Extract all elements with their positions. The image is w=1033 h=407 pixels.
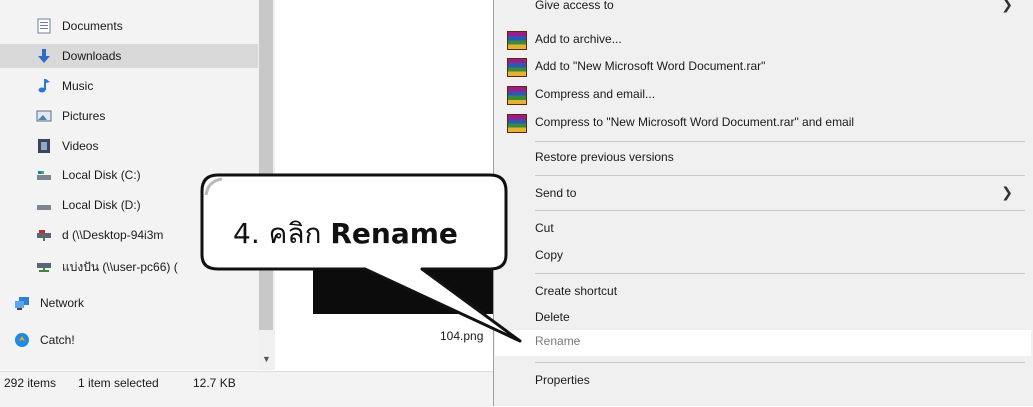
menu-item-copy[interactable]: Copy bbox=[495, 244, 1031, 267]
nav-label: Videos bbox=[62, 139, 99, 153]
winrar-icon bbox=[507, 86, 527, 105]
catch-icon bbox=[15, 333, 29, 347]
nav-label: Catch! bbox=[40, 333, 75, 347]
nav-item-music[interactable]: Music bbox=[0, 74, 258, 98]
menu-label: Give access to bbox=[535, 0, 614, 12]
callout-command: Rename bbox=[330, 217, 458, 250]
chevron-right-icon: ❯ bbox=[1001, 184, 1013, 200]
status-items-count: 292 items bbox=[4, 376, 57, 390]
nav-item-documents[interactable]: Documents bbox=[0, 14, 258, 38]
menu-separator bbox=[535, 175, 1025, 176]
menu-label: Compress and email... bbox=[535, 87, 656, 101]
menu-item-cut[interactable]: Cut bbox=[495, 217, 1031, 240]
menu-item-add-to-archive[interactable]: Add to archive... bbox=[495, 28, 1031, 51]
menu-item-delete[interactable]: Delete bbox=[495, 306, 1031, 329]
menu-item-properties[interactable]: Properties bbox=[495, 369, 1031, 392]
winrar-icon bbox=[507, 58, 527, 77]
nav-label: Downloads bbox=[62, 49, 122, 63]
network-drive-icon bbox=[37, 230, 51, 241]
menu-separator bbox=[535, 273, 1025, 274]
nav-item-pictures[interactable]: Pictures bbox=[0, 104, 258, 128]
music-icon bbox=[38, 79, 50, 93]
menu-item-restore-previous-versions[interactable]: Restore previous versions bbox=[495, 146, 1031, 169]
callout-bubble bbox=[200, 173, 522, 343]
documents-icon bbox=[37, 18, 51, 34]
status-bar: 292 items 1 item selected 12.7 KB bbox=[0, 371, 493, 407]
nav-label: Music bbox=[62, 79, 94, 93]
nav-label: แบ่งปัน (\\user-pc66) ( bbox=[62, 260, 178, 274]
callout-text: 4. คลิก Rename bbox=[233, 212, 458, 256]
menu-item-create-shortcut[interactable]: Create shortcut bbox=[495, 280, 1031, 303]
menu-label: Add to archive... bbox=[535, 32, 622, 46]
menu-separator bbox=[535, 362, 1025, 363]
status-selected: 1 item selected bbox=[78, 376, 159, 390]
drive-icon bbox=[37, 171, 51, 180]
nav-label: Network bbox=[40, 296, 85, 310]
menu-label: Restore previous versions bbox=[535, 150, 674, 164]
menu-item-give-access[interactable]: Give access to ❯ bbox=[495, 0, 1031, 17]
nav-label: d (\\Desktop-94i3m bbox=[62, 228, 164, 242]
menu-item-add-to-rar[interactable]: Add to "New Microsoft Word Document.rar" bbox=[495, 55, 1031, 78]
network-icon bbox=[15, 297, 29, 310]
status-size: 12.7 KB bbox=[193, 376, 236, 390]
nav-item-videos[interactable]: Videos bbox=[0, 134, 258, 158]
menu-label: Add to "New Microsoft Word Document.rar" bbox=[535, 59, 766, 73]
menu-label: Compress to "New Microsoft Word Document… bbox=[535, 115, 855, 129]
nav-label: Local Disk (D:) bbox=[62, 198, 141, 212]
videos-icon bbox=[38, 139, 50, 153]
downloads-icon bbox=[38, 49, 50, 63]
menu-separator bbox=[535, 210, 1025, 211]
menu-item-send-to[interactable]: Send to ❯ bbox=[495, 182, 1031, 205]
nav-label: Pictures bbox=[62, 109, 106, 123]
nav-label: Local Disk (C:) bbox=[62, 168, 141, 182]
network-drive-icon bbox=[37, 263, 51, 272]
menu-item-compress-to-rar-and-email[interactable]: Compress to "New Microsoft Word Document… bbox=[495, 111, 1031, 134]
menu-item-compress-and-email[interactable]: Compress and email... bbox=[495, 83, 1031, 106]
menu-label: Properties bbox=[535, 373, 590, 387]
drive-icon bbox=[37, 205, 51, 210]
winrar-icon bbox=[507, 31, 527, 50]
nav-item-downloads[interactable]: Downloads bbox=[0, 44, 258, 68]
menu-separator bbox=[535, 141, 1025, 142]
winrar-icon bbox=[507, 114, 527, 133]
chevron-right-icon: ❯ bbox=[1001, 0, 1013, 12]
pictures-icon bbox=[36, 110, 52, 122]
callout-step: 4. คลิก bbox=[233, 217, 331, 250]
nav-label: Documents bbox=[62, 19, 123, 33]
menu-item-rename[interactable]: Rename bbox=[495, 330, 1031, 356]
